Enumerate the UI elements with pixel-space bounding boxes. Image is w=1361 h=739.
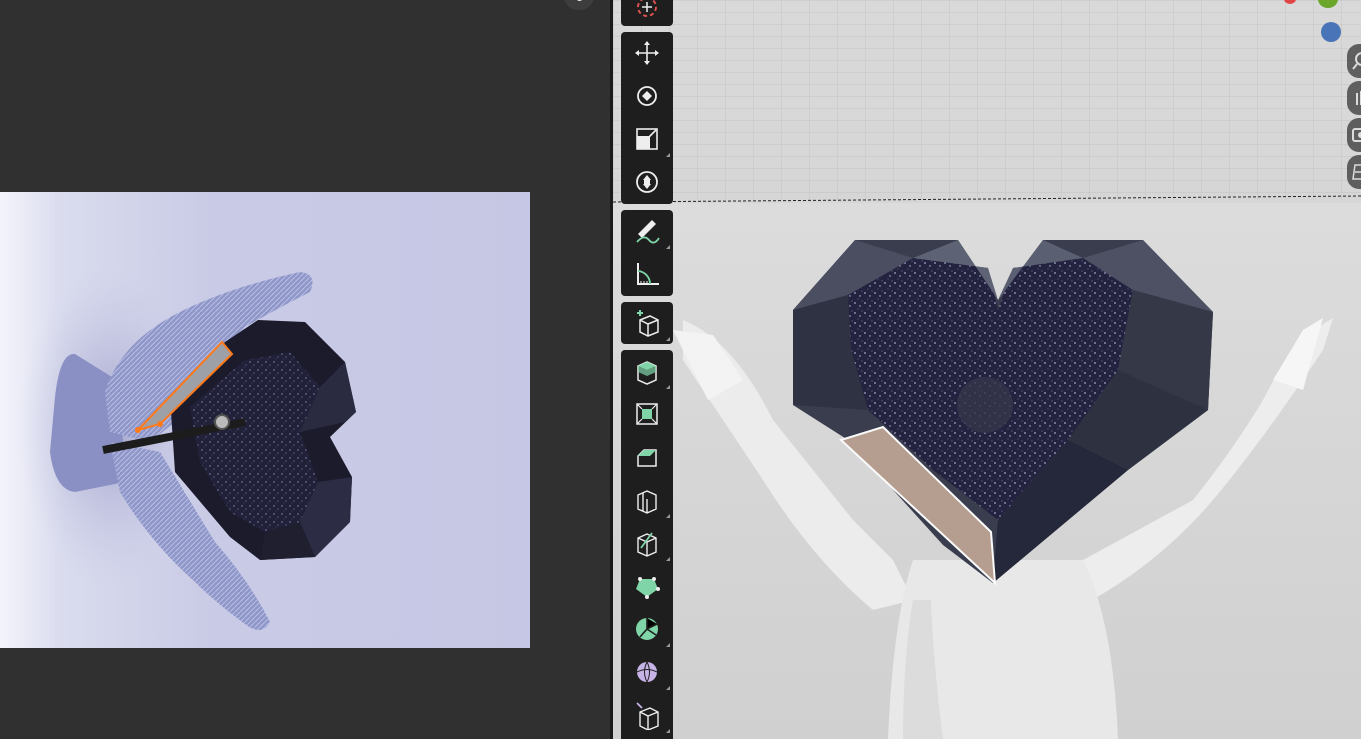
pencil-icon bbox=[636, 220, 660, 244]
rotate-tool[interactable] bbox=[621, 75, 673, 117]
toolbar-group-transform bbox=[621, 32, 673, 204]
cursor-tool[interactable] bbox=[621, 0, 673, 26]
knife-tool[interactable] bbox=[621, 522, 673, 564]
bevel-icon bbox=[637, 449, 657, 467]
spin-tool[interactable] bbox=[621, 608, 673, 650]
extrude-icon bbox=[637, 361, 657, 385]
add-cube-tool[interactable] bbox=[621, 302, 673, 344]
transform-tool[interactable] bbox=[621, 161, 673, 203]
toolbar-group-add bbox=[621, 302, 673, 344]
ruler-icon bbox=[637, 263, 659, 285]
loop-cut-tool[interactable] bbox=[621, 479, 673, 521]
scale-icon bbox=[636, 128, 658, 150]
move-arrows-icon bbox=[635, 41, 659, 65]
submenu-indicator bbox=[666, 337, 670, 341]
submenu-indicator bbox=[666, 557, 670, 561]
pan-hand-icon bbox=[1356, 91, 1361, 105]
reference-photo-canvas bbox=[0, 192, 530, 648]
submenu-indicator bbox=[666, 686, 670, 690]
smooth-tool[interactable] bbox=[621, 651, 673, 693]
reference-photo[interactable] bbox=[0, 192, 530, 648]
annotate-tool[interactable] bbox=[621, 210, 673, 252]
inset-icon bbox=[636, 403, 658, 425]
toolbar-group-mesh bbox=[621, 350, 673, 739]
edge-slide-icon bbox=[636, 702, 659, 730]
knife-icon bbox=[637, 532, 657, 557]
move-tool[interactable] bbox=[621, 32, 673, 74]
loop-cut-icon bbox=[637, 490, 657, 514]
submenu-indicator bbox=[666, 245, 670, 249]
transform-icon bbox=[636, 171, 658, 193]
submenu-indicator bbox=[666, 385, 670, 389]
submenu-indicator bbox=[666, 729, 670, 733]
rotate-icon bbox=[637, 86, 657, 106]
add-cube-icon bbox=[637, 310, 659, 337]
submenu-indicator bbox=[666, 153, 670, 157]
poly-build-icon bbox=[636, 577, 660, 599]
handle-dot-icon bbox=[575, 0, 584, 1]
pan-button[interactable] bbox=[1347, 81, 1361, 115]
z-axis-gizmo[interactable] bbox=[1321, 22, 1341, 42]
camera-button[interactable] bbox=[1347, 118, 1361, 152]
area-split-handle[interactable] bbox=[564, 0, 594, 10]
edge-slide-tool[interactable] bbox=[621, 694, 673, 736]
perspective-grid-icon bbox=[1352, 164, 1361, 180]
camera-icon bbox=[1352, 128, 1361, 142]
spin-icon bbox=[636, 618, 658, 640]
3d-viewport[interactable] bbox=[613, 0, 1361, 739]
poly-build-tool[interactable] bbox=[621, 565, 673, 607]
scale-tool[interactable] bbox=[621, 118, 673, 160]
submenu-indicator bbox=[666, 514, 670, 518]
toolbar-group-cursor bbox=[621, 0, 673, 26]
smooth-sphere-icon bbox=[636, 661, 658, 683]
perspective-button[interactable] bbox=[1347, 155, 1361, 189]
viewport-scene bbox=[613, 0, 1361, 739]
extrude-tool[interactable] bbox=[621, 350, 673, 392]
image-editor-area[interactable] bbox=[0, 0, 610, 739]
zoom-icon bbox=[1352, 52, 1361, 70]
bevel-tool[interactable] bbox=[621, 436, 673, 478]
zoom-button[interactable] bbox=[1347, 44, 1361, 78]
inset-tool[interactable] bbox=[621, 393, 673, 435]
measure-tool[interactable] bbox=[621, 253, 673, 295]
cursor-icon bbox=[637, 0, 657, 17]
submenu-indicator bbox=[666, 643, 670, 647]
toolbar-group-annotate bbox=[621, 210, 673, 296]
